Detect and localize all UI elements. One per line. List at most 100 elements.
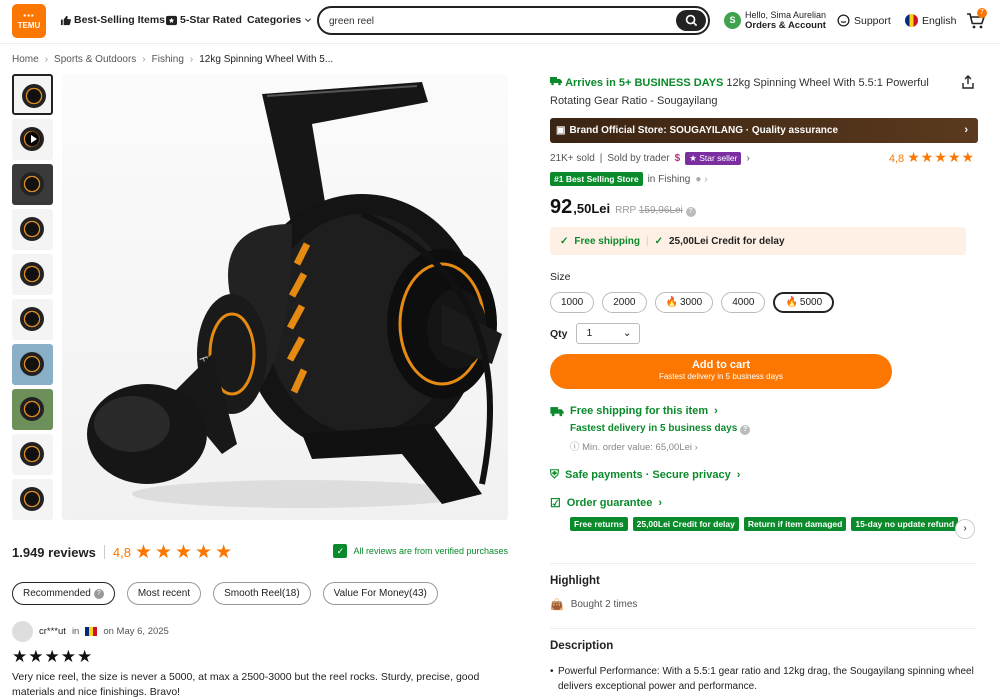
help-icon[interactable]: ?: [740, 425, 751, 435]
highlight-section: Highlight 👜 Bought 2 times: [550, 563, 976, 611]
guarantee-badge: Free returns: [570, 517, 628, 531]
qty-label: Qty: [550, 327, 568, 340]
min-order[interactable]: ⓘ Min. order value: 65,00Lei ›: [570, 439, 978, 453]
thumbnail[interactable]: [12, 344, 53, 385]
shipping-info: Free shipping for this item › Fastest del…: [550, 405, 978, 453]
price-cents: ,50Lei: [573, 201, 611, 216]
thumbnail[interactable]: [12, 254, 53, 295]
thumbnail[interactable]: [12, 209, 53, 250]
review-filters: Recommended ? Most recent Smooth Reel(18…: [12, 582, 438, 605]
description-text: Powerful Performance: With a 5.5:1 gear …: [550, 664, 976, 694]
filter-smooth-reel[interactable]: Smooth Reel(18): [213, 582, 311, 605]
shipping-box: ✓ Free shipping | ✓ 25,00Lei Credit for …: [550, 227, 966, 255]
seller-line: 21K+ sold | Sold by trader $ ★ Star sell…: [550, 149, 975, 166]
quantity-select[interactable]: 1 ⌄: [575, 323, 640, 344]
thumbnail[interactable]: [12, 164, 53, 205]
size-label: Size: [550, 271, 571, 283]
guarantee-badge: 15-day no update refund: [851, 517, 959, 531]
add-to-cart-button[interactable]: Add to cart Fastest delivery in 5 busine…: [550, 354, 892, 389]
breadcrumb-fishing[interactable]: Fishing: [152, 54, 184, 65]
size-option-4000[interactable]: 4000: [721, 292, 766, 313]
free-shipping-row[interactable]: Free shipping for this item ›: [550, 405, 978, 417]
verified-purchases-note: ✓ All reviews are from verified purchase…: [333, 544, 508, 558]
badges-next-button[interactable]: ›: [955, 519, 975, 539]
fire-icon: 🔥: [665, 297, 678, 308]
language-selector[interactable]: English: [905, 14, 956, 27]
filter-recommended[interactable]: Recommended ?: [12, 582, 115, 605]
nav-categories[interactable]: Categories: [247, 14, 312, 26]
chevron-down-icon: ⌄: [622, 327, 632, 339]
share-icon[interactable]: [960, 74, 976, 90]
highlight-title: Highlight: [550, 575, 600, 587]
chevron-right-icon: ›: [746, 152, 750, 164]
breadcrumb-home[interactable]: Home: [12, 54, 39, 65]
avatar: S: [724, 12, 741, 29]
price-main: 92: [550, 196, 573, 218]
order-guarantee: ☑ Order guarantee › Free returns 25,00Lei…: [550, 496, 978, 539]
search-input[interactable]: [329, 13, 669, 29]
size-option-2000[interactable]: 2000: [602, 292, 647, 313]
review-text: Very nice reel, the size is never a 5000…: [12, 671, 480, 697]
size-option-5000[interactable]: 🔥 5000: [773, 292, 835, 313]
guarantee-badges: Free returns 25,00Lei Credit for delay R…: [570, 517, 978, 531]
size-option-3000[interactable]: 🔥 3000: [654, 292, 714, 313]
safe-payments[interactable]: ⛨ Safe payments · Secure privacy ›: [550, 467, 978, 482]
truck-icon: [550, 77, 562, 86]
review-count[interactable]: 1.949 reviews: [12, 545, 96, 560]
shield-icon: ⛨: [550, 467, 560, 481]
star-seller-badge[interactable]: ★ Star seller: [685, 151, 742, 165]
review-item: cr***ut in on May 6, 2025 ★★★★★ Very nic…: [12, 621, 508, 697]
product-rating[interactable]: 4,8 ★★★★★: [889, 149, 975, 166]
thumbnail[interactable]: [12, 389, 53, 430]
shield-check-icon: ✓: [333, 544, 348, 558]
quantity-line: Qty 1 ⌄: [550, 323, 978, 344]
store-icon: ▣: [556, 125, 566, 136]
thumbs-up-icon: [60, 15, 71, 25]
search-button[interactable]: [676, 10, 706, 31]
rrp-price: RRP 159,96Lei ?: [615, 205, 696, 217]
account-menu[interactable]: S Hello, Sima Aurelian Orders & Account: [724, 10, 826, 31]
thumbnail[interactable]: [12, 434, 53, 475]
thumbnail-video[interactable]: [12, 119, 53, 160]
star-box-icon: [166, 15, 177, 25]
s-brand-icon: $: [674, 152, 681, 164]
fastest-delivery: Fastest delivery in 5 business days ?: [570, 423, 978, 435]
breadcrumb-sports[interactable]: Sports & Outdoors: [54, 54, 136, 65]
filter-value-for-money[interactable]: Value For Money(43): [322, 582, 438, 605]
reviews-summary: 1.949 reviews 4,8 ★★★★★ ✓ All reviews ar…: [12, 542, 508, 563]
play-icon: [25, 131, 41, 147]
main-product-image[interactable]: FQ5000: [62, 74, 508, 520]
order-guarantee-row[interactable]: ☑ Order guarantee ›: [550, 496, 978, 510]
chevron-down-icon: [305, 18, 312, 23]
description-title: Description: [550, 640, 614, 652]
nav-best-selling[interactable]: Best-Selling Items: [60, 14, 165, 26]
description-section: Description Powerful Performance: With a…: [550, 628, 976, 694]
size-options: 1000 2000 🔥 3000 4000 🔥 5000: [550, 292, 978, 313]
gallery-thumbnails: [12, 74, 53, 524]
guarantee-icon: ☑: [550, 496, 561, 510]
help-icon[interactable]: ?: [685, 207, 696, 217]
reviewer-name: cr***ut: [39, 626, 66, 637]
best-selling-line[interactable]: #1 Best Selling Store in Fishing ● ›: [550, 172, 978, 186]
review-date: on May 6, 2025: [103, 626, 169, 637]
reviewer-avatar: [12, 621, 33, 642]
support-icon: [837, 14, 850, 27]
brand-store-bar[interactable]: ▣ Brand Official Store: SOUGAYILANG · Qu…: [550, 118, 978, 143]
arrival-note: Arrives in 5+ BUSINESS DAYS: [565, 77, 724, 89]
nav-five-star[interactable]: 5-Star Rated: [166, 14, 242, 26]
chevron-right-icon: ›: [964, 124, 968, 136]
thumbnail[interactable]: [12, 479, 53, 520]
support-link[interactable]: Support: [837, 14, 891, 27]
search-bar: [317, 6, 710, 35]
review-rating-stars: ★★★★★: [12, 647, 94, 666]
top-header: ▪▪▪ TEMU Best-Selling Items 5-Star Rated…: [0, 0, 1000, 44]
thumbnail[interactable]: [12, 299, 53, 340]
sold-by[interactable]: Sold by trader: [607, 153, 669, 164]
info-icon: ● ›: [695, 173, 708, 185]
thumbnail[interactable]: [12, 74, 53, 115]
guarantee-badge: Return if item damaged: [743, 517, 847, 531]
filter-most-recent[interactable]: Most recent: [126, 582, 202, 605]
size-option-1000[interactable]: 1000: [550, 292, 595, 313]
bag-icon: 👜: [550, 599, 564, 611]
temu-logo[interactable]: ▪▪▪ TEMU: [12, 4, 46, 38]
